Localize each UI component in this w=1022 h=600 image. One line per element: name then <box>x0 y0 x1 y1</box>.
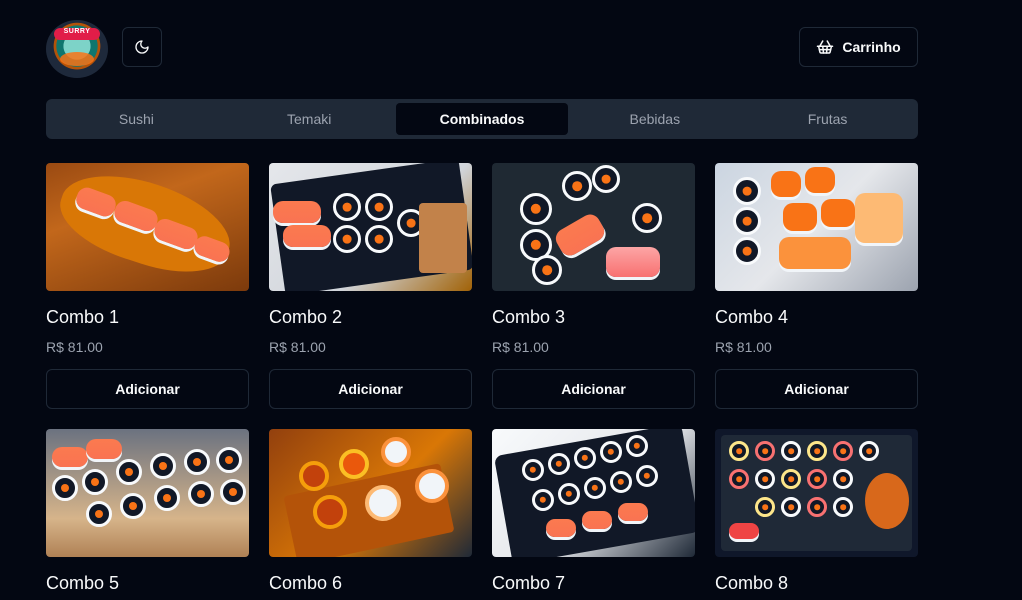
product-image <box>46 429 249 557</box>
product-image <box>269 429 472 557</box>
product-name: Combo 2 <box>269 307 343 327</box>
product-name: Combo 6 <box>269 573 343 593</box>
tab-combinados[interactable]: Combinados <box>395 103 569 135</box>
product-price: R$ 81.00 <box>46 339 103 355</box>
product-name: Combo 3 <box>492 307 566 327</box>
product-image <box>715 163 918 291</box>
cart-button[interactable]: Carrinho <box>799 27 918 67</box>
product-price: R$ 81.00 <box>492 339 549 355</box>
add-button[interactable]: Adicionar <box>715 369 918 409</box>
product-image <box>492 163 695 291</box>
product-name: Combo 7 <box>492 573 566 593</box>
product-name: Combo 5 <box>46 573 120 593</box>
restaurant-logo[interactable]: SURRY <box>46 20 108 78</box>
moon-icon <box>135 40 149 54</box>
tab-sushi[interactable]: Sushi <box>50 103 223 135</box>
product-name: Combo 1 <box>46 307 120 327</box>
add-button[interactable]: Adicionar <box>269 369 472 409</box>
product-name: Combo 4 <box>715 307 789 327</box>
product-card: Combo 2 R$ 81.00 Adicionar <box>269 163 472 409</box>
product-image <box>492 429 695 557</box>
product-card: Combo 8 <box>715 429 918 595</box>
product-price: R$ 81.00 <box>715 339 772 355</box>
theme-toggle-button[interactable] <box>122 27 162 67</box>
tab-bebidas[interactable]: Bebidas <box>568 103 741 135</box>
page: SURRY Carrinho Sushi Temaki Combinados B… <box>0 0 1022 600</box>
add-button[interactable]: Adicionar <box>492 369 695 409</box>
product-image <box>269 163 472 291</box>
product-card: Combo 5 <box>46 429 249 595</box>
tab-temaki[interactable]: Temaki <box>223 103 396 135</box>
category-tabs: Sushi Temaki Combinados Bebidas Frutas <box>46 99 918 139</box>
add-button[interactable]: Adicionar <box>46 369 249 409</box>
product-image <box>46 163 249 291</box>
basket-icon <box>817 40 834 54</box>
product-card: Combo 1 R$ 81.00 Adicionar <box>46 163 249 409</box>
product-grid: Combo 1 R$ 81.00 Adicionar Combo 2 R$ 81… <box>46 163 918 595</box>
tab-frutas[interactable]: Frutas <box>741 103 914 135</box>
logo-plate <box>60 52 94 66</box>
product-card: Combo 3 R$ 81.00 Adicionar <box>492 163 695 409</box>
product-name: Combo 8 <box>715 573 789 593</box>
product-image <box>715 429 918 557</box>
product-price: R$ 81.00 <box>269 339 326 355</box>
product-card: Combo 6 <box>269 429 472 595</box>
product-card: Combo 4 R$ 81.00 Adicionar <box>715 163 918 409</box>
cart-label: Carrinho <box>842 39 901 55</box>
product-card: Combo 7 <box>492 429 695 595</box>
logo-text: SURRY <box>63 28 91 35</box>
